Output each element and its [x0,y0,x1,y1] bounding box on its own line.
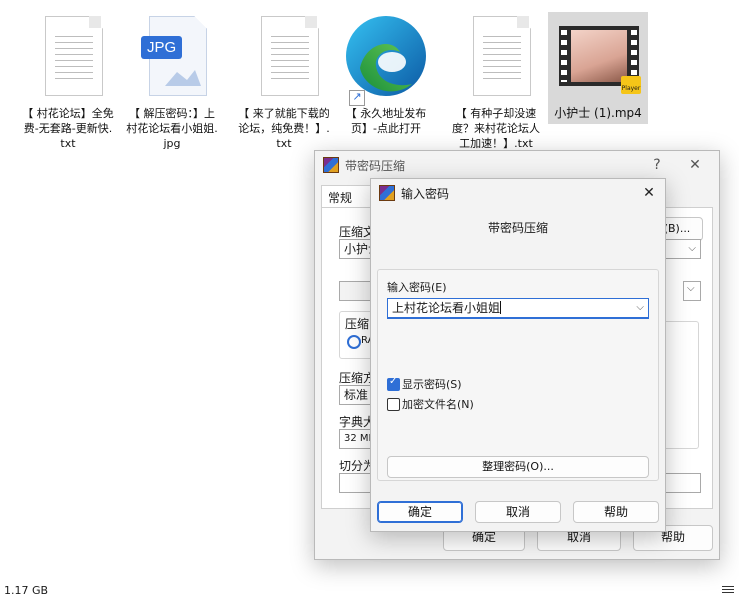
help-icon[interactable]: ? [647,155,667,175]
file-name: 【 村花论坛】全免费-无套路-更新快.txt [22,107,114,150]
show-password-checkbox[interactable] [387,376,400,391]
split-unit-select[interactable] [661,473,701,493]
view-options-icon[interactable] [722,584,734,594]
password-input[interactable]: 上村花论坛看小姐姐 ⌵ [387,298,649,319]
winrar-icon [323,157,339,173]
organize-passwords-button[interactable]: 整理密码(O)... [387,456,649,478]
password-title-bar: 输入密码 ✕ [371,179,665,207]
file-name: 小护士 (1).mp4 [554,106,642,120]
format-group-label: 压缩 [345,317,370,331]
file-name: 【 来了就能下载的论坛，纯免费！】.txt [238,107,330,150]
player-badge-icon: Player [621,76,641,94]
chevron-down-icon: ⌵ [687,283,695,294]
password-value: 上村花论坛看小姐姐 [392,301,501,315]
encrypt-names-label: 加密文件名(N) [402,398,474,411]
desktop-file-edge-shortcut[interactable]: ↗ 【 永久地址发布页】-点此打开 [340,8,432,158]
close-icon[interactable]: ✕ [685,155,705,175]
file-name: 【 有种子却没速度？来村花论坛人工加速！】.txt [452,107,540,150]
desktop-file-txt-3[interactable]: 【 有种子却没速度？来村花论坛人工加速！】.txt [450,8,542,158]
close-icon[interactable]: ✕ [639,183,659,203]
text-cursor [500,301,502,314]
tab-general[interactable]: 常规 [321,185,373,208]
option-select[interactable]: ⌵ [683,281,701,301]
show-password-label: 显示密码(S) [402,378,462,391]
password-help-button[interactable]: 帮助 [573,501,659,523]
file-name: 【 解压密码：】上村花论坛看小姐姐.jpg [126,107,218,150]
password-dialog: 输入密码 ✕ 带密码压缩 输入密码(E) 上村花论坛看小姐姐 ⌵ 显示密码(S)… [370,178,666,532]
archive-title: 带密码压缩 [345,158,406,173]
edge-shortcut-icon: ↗ [346,16,426,106]
dialog-heading: 带密码压缩 [487,221,548,235]
password-title: 输入密码 [401,186,450,201]
password-ok-button[interactable]: 确定 [377,501,463,523]
desktop-file-jpg[interactable]: JPG 【 解压密码：】上村花论坛看小姐姐.jpg [126,8,218,158]
jpg-file-icon: JPG [135,16,209,102]
desktop-file-txt-2[interactable]: 【 来了就能下载的论坛，纯免费！】.txt [238,8,330,158]
selection-size: 1.17 GB [4,584,49,597]
file-name: 【 永久地址发布页】-点此打开 [345,107,427,135]
video-file-icon: Player [555,20,641,94]
password-label: 输入密码(E) [387,281,447,294]
method-value: 标准 [344,388,369,402]
archive-title-bar: 带密码压缩 ? ✕ [315,151,719,179]
chevron-down-icon: ⌵ [636,302,644,313]
password-cancel-button[interactable]: 取消 [475,501,561,523]
desktop-file-txt-1[interactable]: 【 村花论坛】全免费-无套路-更新快.txt [22,8,114,158]
chevron-down-icon: ⌵ [688,243,696,254]
text-file-icon [459,16,533,102]
rar-radio[interactable] [347,335,361,349]
winrar-icon [379,185,395,201]
tab-general-label: 常规 [328,191,353,205]
encrypt-names-checkbox[interactable] [387,398,400,411]
text-file-icon [247,16,321,102]
desktop-file-mp4[interactable]: Player 小护士 (1).mp4 [548,12,648,124]
text-file-icon [31,16,105,102]
